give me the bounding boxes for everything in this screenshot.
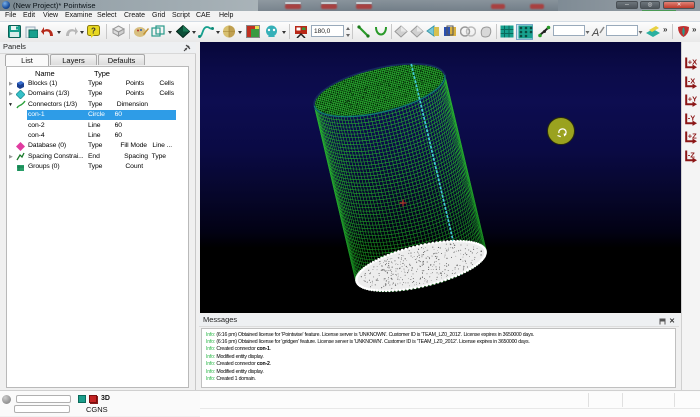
svg-text:?: ? (91, 27, 96, 36)
svg-text:+Y: +Y (688, 95, 697, 104)
svg-text:-Z: -Z (688, 150, 695, 159)
svg-text:A: A (591, 27, 599, 38)
svg-text:-Y: -Y (688, 113, 696, 122)
svg-text:+X: +X (688, 57, 697, 66)
svg-text:-X: -X (688, 76, 696, 85)
svg-text:+Z: +Z (688, 132, 697, 141)
